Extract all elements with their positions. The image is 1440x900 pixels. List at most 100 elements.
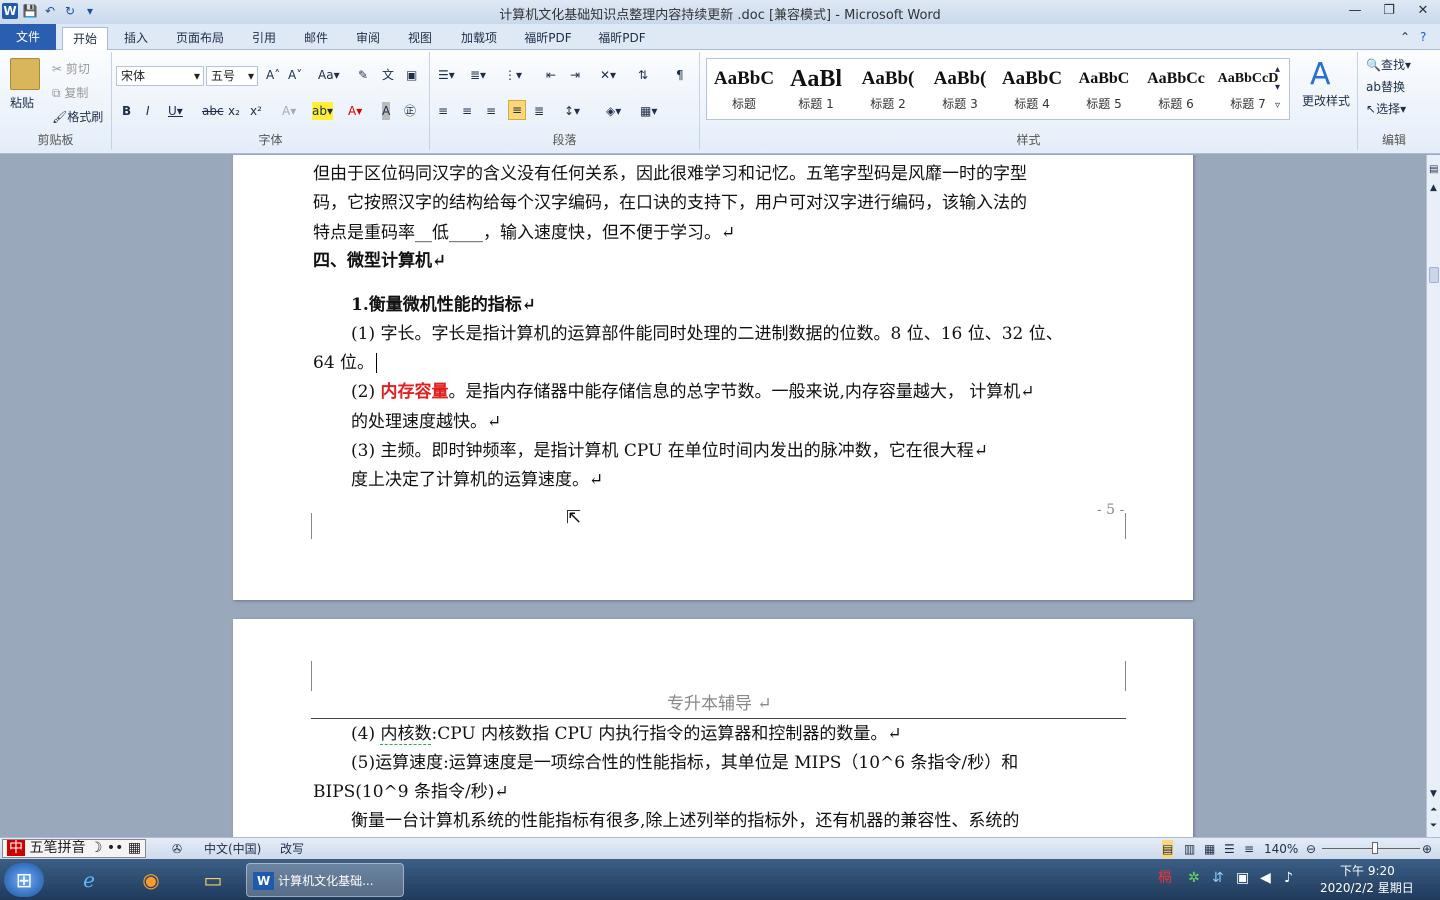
underline-icon[interactable]: U▾ [168, 102, 183, 120]
zoom-slider[interactable] [1322, 848, 1420, 849]
clear-format-icon[interactable]: ✎ [358, 66, 368, 84]
subscript-icon[interactable]: x₂ [228, 102, 240, 120]
replace-button[interactable]: ab替换 [1366, 78, 1405, 96]
align-center-icon[interactable]: ≡ [462, 102, 472, 120]
italic-icon[interactable]: I [146, 102, 150, 120]
print-layout-icon[interactable]: ▤ [1162, 840, 1174, 858]
word-logo-icon[interactable]: W [2, 3, 18, 19]
grow-font-icon[interactable]: A˄ [266, 66, 280, 84]
collapse-ribbon-icon[interactable]: ⌃ [1400, 28, 1410, 46]
paste-icon[interactable] [10, 58, 40, 90]
ruler-toggle-icon[interactable]: ▤ [1429, 161, 1438, 179]
word-task-button[interactable]: W 计算机文化基础... [246, 863, 404, 897]
bullets-icon[interactable]: ☰▾ [438, 66, 455, 84]
align-left-icon[interactable]: ≡ [438, 102, 448, 120]
strikethrough-icon[interactable]: abc [202, 102, 224, 120]
ime-indicator[interactable]: 中 五笔拼音 ☽ •• ▦ [2, 839, 147, 858]
document-canvas[interactable]: 但由于区位码同汉字的含义没有任何关系，因此很难学习和记忆。五笔字型码是风靡一时的… [0, 155, 1426, 837]
tray-network-app-icon[interactable]: ⇵ [1212, 869, 1224, 887]
styles-scroll-up-icon[interactable]: ▴ [1275, 61, 1280, 79]
distributed-icon[interactable]: ≣ [534, 102, 544, 120]
paste-label[interactable]: 粘贴 [10, 94, 34, 112]
zoom-slider-thumb[interactable] [1372, 842, 1378, 854]
vertical-scrollbar[interactable]: ▤ ▲ ▼ ⏶ ⏷ [1426, 155, 1440, 837]
font-name-combo[interactable]: 宋体 ▾ [116, 66, 204, 86]
bold-icon[interactable]: B [122, 102, 131, 120]
line-spacing-icon[interactable]: ↕▾ [564, 102, 580, 120]
full-screen-reading-icon[interactable]: ▥ [1184, 840, 1195, 858]
help-icon[interactable]: ? [1420, 28, 1426, 46]
tray-app-icon[interactable]: ✲ [1188, 869, 1200, 887]
scroll-up-icon[interactable]: ▲ [1430, 179, 1437, 197]
tab-home[interactable]: 开始 [62, 27, 108, 51]
outline-view-icon[interactable]: ☰ [1224, 840, 1235, 858]
phonetic-guide-icon[interactable]: 文 [382, 66, 394, 84]
explorer-icon[interactable]: ▭ [192, 863, 234, 897]
char-shading-icon[interactable]: A [382, 102, 391, 120]
language-status[interactable]: 中文(中国) [204, 840, 261, 858]
zoom-in-icon[interactable]: ⊕ [1422, 840, 1432, 858]
font-color-icon[interactable]: A▾ [348, 102, 362, 120]
zoom-level[interactable]: 140% [1264, 840, 1298, 858]
page-6[interactable]: 专升本辅导 ↵ (4) 内核数:CPU 内核数指 CPU 内执行指令的运算器和控… [233, 619, 1193, 837]
decrease-indent-icon[interactable]: ⇤ [546, 66, 556, 84]
borders-icon[interactable]: ▦▾ [640, 102, 657, 120]
copy-button[interactable]: ⧉ 复制 [52, 84, 88, 102]
tab-view[interactable]: 视图 [400, 27, 440, 50]
enclose-char-icon[interactable]: ㊣ [404, 102, 416, 120]
tab-foxit-pdf-2[interactable]: 福昕PDF [590, 27, 654, 50]
tab-addins[interactable]: 加载项 [452, 27, 506, 50]
style-title[interactable]: AaBbC 标题 [709, 63, 779, 117]
find-button[interactable]: 🔍查找▾ [1366, 56, 1411, 74]
proofing-icon[interactable]: ✇ [172, 840, 182, 858]
font-size-combo[interactable]: 五号 ▾ [206, 66, 258, 86]
chinese-layout-icon[interactable]: ✕▾ [600, 66, 616, 84]
tray-speaker-icon[interactable]: ◀ [1260, 869, 1271, 887]
style-heading-7[interactable]: AaBbCcD 标题 7 [1213, 63, 1283, 117]
styles-scroll-down-icon[interactable]: ▾ [1275, 79, 1280, 97]
next-page-icon[interactable]: ⏷ [1430, 817, 1437, 835]
shrink-font-icon[interactable]: A˅ [288, 66, 302, 84]
tab-review[interactable]: 审阅 [348, 27, 388, 50]
web-layout-icon[interactable]: ▦ [1204, 840, 1215, 858]
close-button[interactable]: ✕ [1406, 0, 1440, 22]
start-button[interactable]: ⊞ [4, 863, 44, 897]
draft-view-icon[interactable]: ≡ [1244, 840, 1254, 858]
select-button[interactable]: ↖选择▾ [1366, 100, 1406, 118]
zoom-out-icon[interactable]: ⊖ [1306, 840, 1316, 858]
align-right-icon[interactable]: ≡ [486, 102, 496, 120]
style-heading-5[interactable]: AaBbC 标题 5 [1069, 63, 1139, 117]
style-heading-6[interactable]: AaBbCc 标题 6 [1141, 63, 1211, 117]
redo-icon[interactable]: ↻ [62, 3, 78, 19]
justify-icon[interactable]: ≡ [508, 100, 527, 120]
style-heading-4[interactable]: AaBbC 标题 4 [997, 63, 1067, 117]
tray-ime-icon[interactable]: 槅 [1158, 869, 1172, 887]
change-case-icon[interactable]: Aa▾ [318, 66, 340, 84]
sort-icon[interactable]: ⇅ [638, 66, 648, 84]
tab-file[interactable]: 文件 [0, 24, 56, 50]
tab-foxit-pdf-1[interactable]: 福昕PDF [516, 27, 580, 50]
increase-indent-icon[interactable]: ⇥ [570, 66, 580, 84]
browser-icon[interactable]: ◉ [130, 863, 172, 897]
tab-references[interactable]: 引用 [244, 27, 284, 50]
tray-network-icon[interactable]: ▣ [1236, 869, 1249, 887]
page-5[interactable]: 但由于区位码同汉字的含义没有任何关系，因此很难学习和记忆。五笔字型码是风靡一时的… [233, 155, 1193, 600]
styles-more-icon[interactable]: ▿ [1275, 97, 1280, 115]
ie-icon[interactable]: ℯ [68, 863, 110, 897]
change-styles-label[interactable]: 更改样式 [1302, 92, 1350, 110]
tray-volume-icon[interactable]: ♪ [1284, 869, 1293, 887]
overtype-status[interactable]: 改写 [280, 840, 304, 858]
style-heading-3[interactable]: AaBb(标题 3 [925, 63, 995, 117]
cut-button[interactable]: ✂ 剪切 [52, 60, 90, 78]
show-marks-icon[interactable]: ¶ [676, 66, 684, 84]
tab-mailings[interactable]: 邮件 [296, 27, 336, 50]
save-icon[interactable]: 💾 [22, 3, 38, 19]
customize-qat-icon[interactable]: ▾ [82, 3, 98, 19]
style-heading-1[interactable]: AaBl 标题 1 [781, 63, 851, 117]
tab-page-layout[interactable]: 页面布局 [168, 27, 232, 50]
numbering-icon[interactable]: ≣▾ [470, 66, 486, 84]
scroll-thumb[interactable] [1429, 267, 1439, 283]
style-heading-2[interactable]: AaBb(标题 2 [853, 63, 923, 117]
text-effects-icon[interactable]: A▾ [282, 102, 296, 120]
tab-insert[interactable]: 插入 [116, 27, 156, 50]
